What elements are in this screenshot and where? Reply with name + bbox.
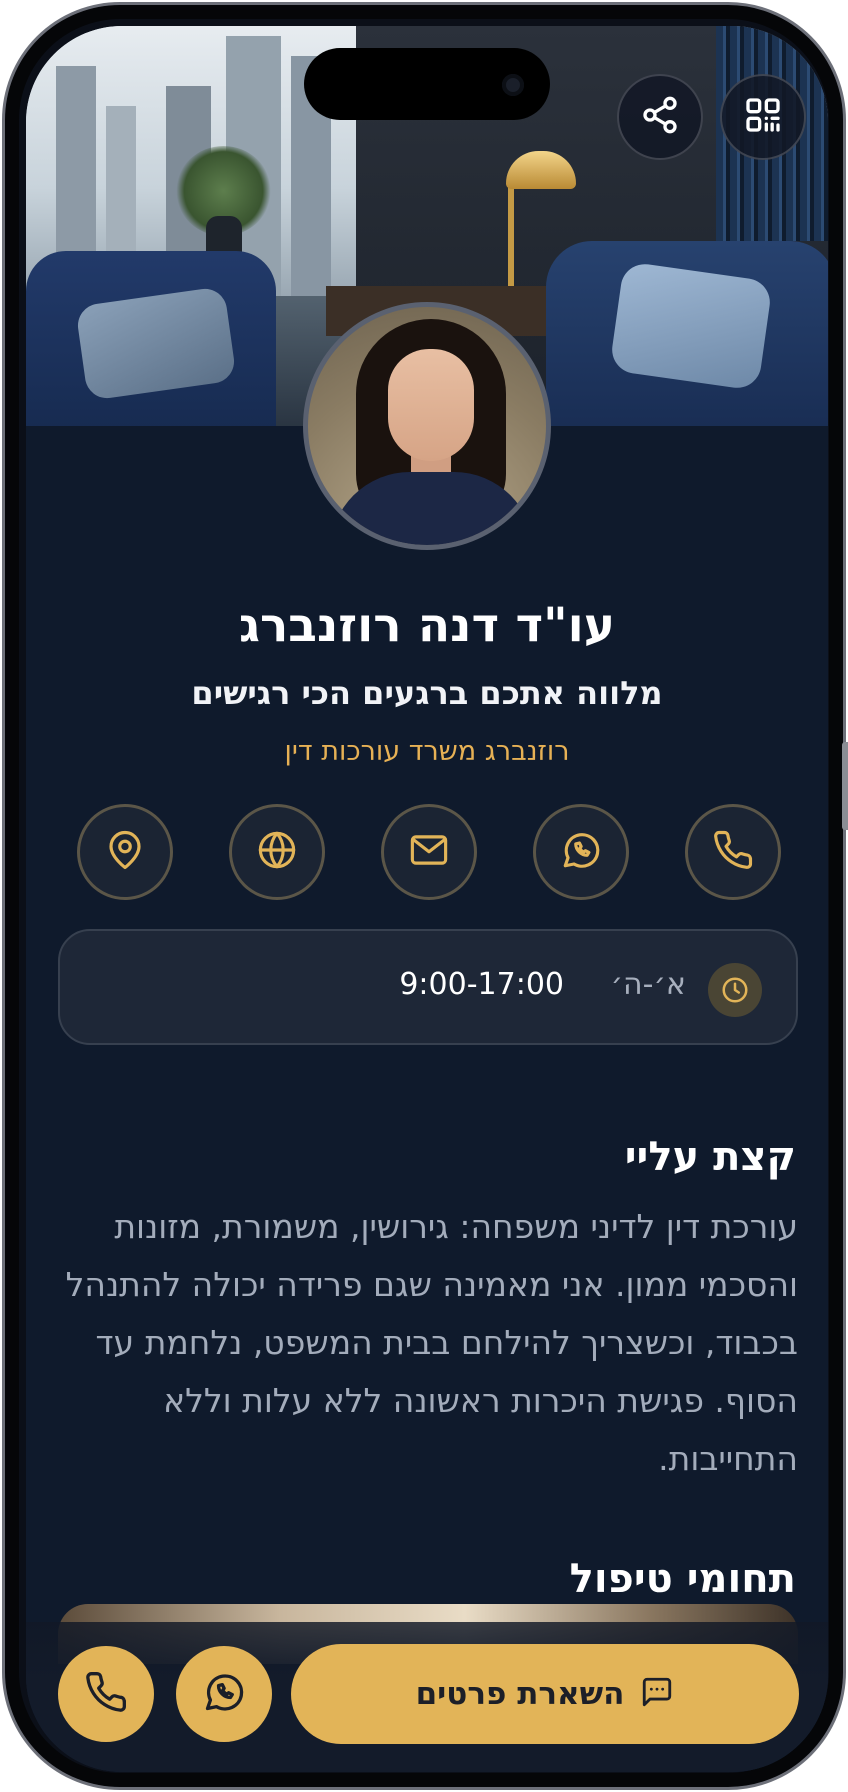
opening-days: א׳-ה׳: [610, 967, 686, 1002]
about-title: קצת עליי: [624, 1134, 796, 1180]
firm-name: רוזנברג משרד עורכות דין: [284, 736, 570, 767]
location-pin-icon: [104, 829, 146, 875]
profile-tagline: מלווה אתכם ברגעים הכי רגישים: [191, 674, 663, 712]
call-button[interactable]: [685, 804, 781, 900]
whatsapp-icon: [560, 829, 602, 875]
phone-icon: [84, 1670, 128, 1718]
avatar: [303, 302, 551, 550]
side-button: [842, 742, 848, 830]
chat-icon: [640, 1675, 674, 1713]
email-button[interactable]: [381, 804, 477, 900]
leave-details-label: השארת פרטים: [415, 1676, 625, 1712]
opening-time: 9:00-17:00: [399, 967, 564, 1002]
phone-frame: עו"ד דנה רוזנברג מלווה אתכם ברגעים הכי ר…: [2, 2, 846, 1790]
website-button[interactable]: [229, 804, 325, 900]
qr-code-button[interactable]: [720, 74, 806, 160]
dynamic-island: [304, 48, 550, 120]
about-text: עורכת דין לדיני משפחה: גירושין, משמורת, …: [65, 1207, 798, 1478]
whatsapp-fab[interactable]: [176, 1646, 272, 1742]
call-fab[interactable]: [58, 1646, 154, 1742]
clock-icon: [708, 963, 762, 1017]
share-icon: [640, 95, 680, 139]
location-button[interactable]: [77, 804, 173, 900]
screen: עו"ד דנה רוזנברג מלווה אתכם ברגעים הכי ר…: [26, 26, 828, 1772]
phone-icon: [712, 829, 754, 875]
whatsapp-icon: [202, 1670, 246, 1718]
practice-areas-title: תחומי טיפול: [569, 1556, 796, 1602]
mail-icon: [408, 829, 450, 875]
globe-icon: [256, 829, 298, 875]
opening-hours-card: א׳-ה׳ 9:00-17:00: [58, 929, 798, 1045]
profile-name: עו"ד דנה רוזנברג: [239, 598, 615, 653]
share-button[interactable]: [617, 74, 703, 160]
qr-code-icon: [743, 95, 783, 139]
leave-details-button[interactable]: השארת פרטים: [291, 1644, 799, 1744]
whatsapp-button[interactable]: [533, 804, 629, 900]
